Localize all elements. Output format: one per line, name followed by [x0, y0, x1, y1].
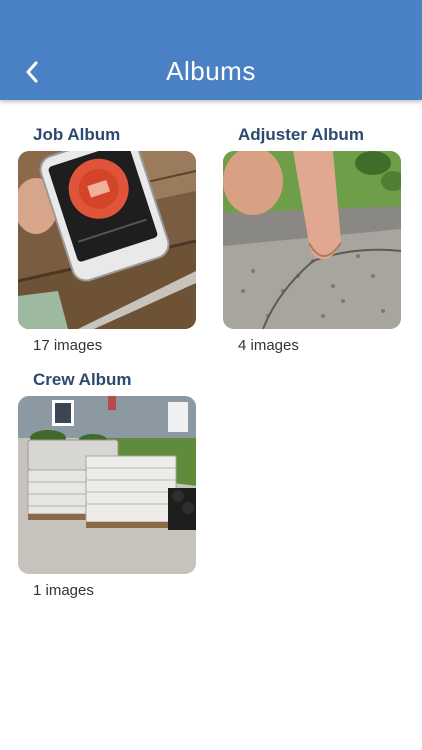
- album-image-count: 4 images: [238, 337, 299, 354]
- album-image-count: 1 images: [33, 582, 94, 599]
- album-cover-image: [18, 151, 196, 329]
- app-header: Albums: [0, 0, 422, 100]
- album-title: Crew Album: [33, 370, 132, 389]
- albums-screen: Albums Job Album 17 images Adjuster Albu…: [0, 0, 422, 750]
- album-thumbnail[interactable]: [18, 151, 196, 329]
- album-title: Job Album: [33, 125, 121, 144]
- album-cover-image: [18, 396, 196, 574]
- page-title: Albums: [166, 56, 256, 86]
- album-title: Adjuster Album: [238, 125, 364, 144]
- album-thumbnail[interactable]: [223, 151, 401, 329]
- album-image-count: 17 images: [33, 337, 103, 354]
- album-thumbnail[interactable]: [18, 396, 196, 574]
- album-cover-image: [223, 151, 401, 329]
